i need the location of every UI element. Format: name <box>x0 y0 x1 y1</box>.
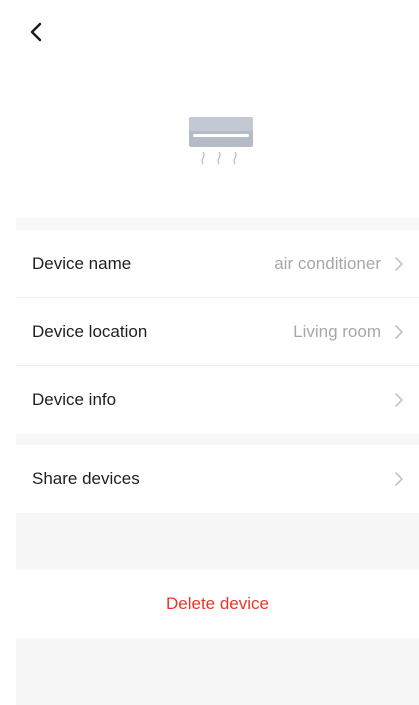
air-conditioner-icon <box>189 117 253 169</box>
chevron-right-icon <box>395 393 403 407</box>
delete-device-button[interactable]: Delete device <box>16 570 419 638</box>
share-devices-label: Share devices <box>32 469 140 488</box>
device-name-label: Device name <box>32 254 132 273</box>
chevron-right-icon <box>395 472 403 486</box>
device-name-row[interactable]: Device name air conditioner <box>16 230 419 298</box>
section-gap <box>16 638 419 705</box>
chevron-right-icon <box>395 257 403 271</box>
chevron-left-icon <box>30 22 42 42</box>
chevron-right-icon <box>395 325 403 339</box>
share-devices-row[interactable]: Share devices <box>16 445 419 513</box>
device-info-label: Device info <box>32 390 117 409</box>
device-info-row[interactable]: Device info <box>16 366 419 434</box>
device-location-label: Device location <box>32 322 148 341</box>
device-name-value: air conditioner <box>274 254 381 273</box>
back-button[interactable] <box>22 18 50 46</box>
device-location-row[interactable]: Device location Living room <box>16 298 419 366</box>
delete-device-label: Delete device <box>165 594 269 613</box>
device-location-value: Living room <box>293 322 381 341</box>
section-gap <box>16 218 419 230</box>
section-gap <box>16 513 419 570</box>
section-gap <box>16 433 419 445</box>
